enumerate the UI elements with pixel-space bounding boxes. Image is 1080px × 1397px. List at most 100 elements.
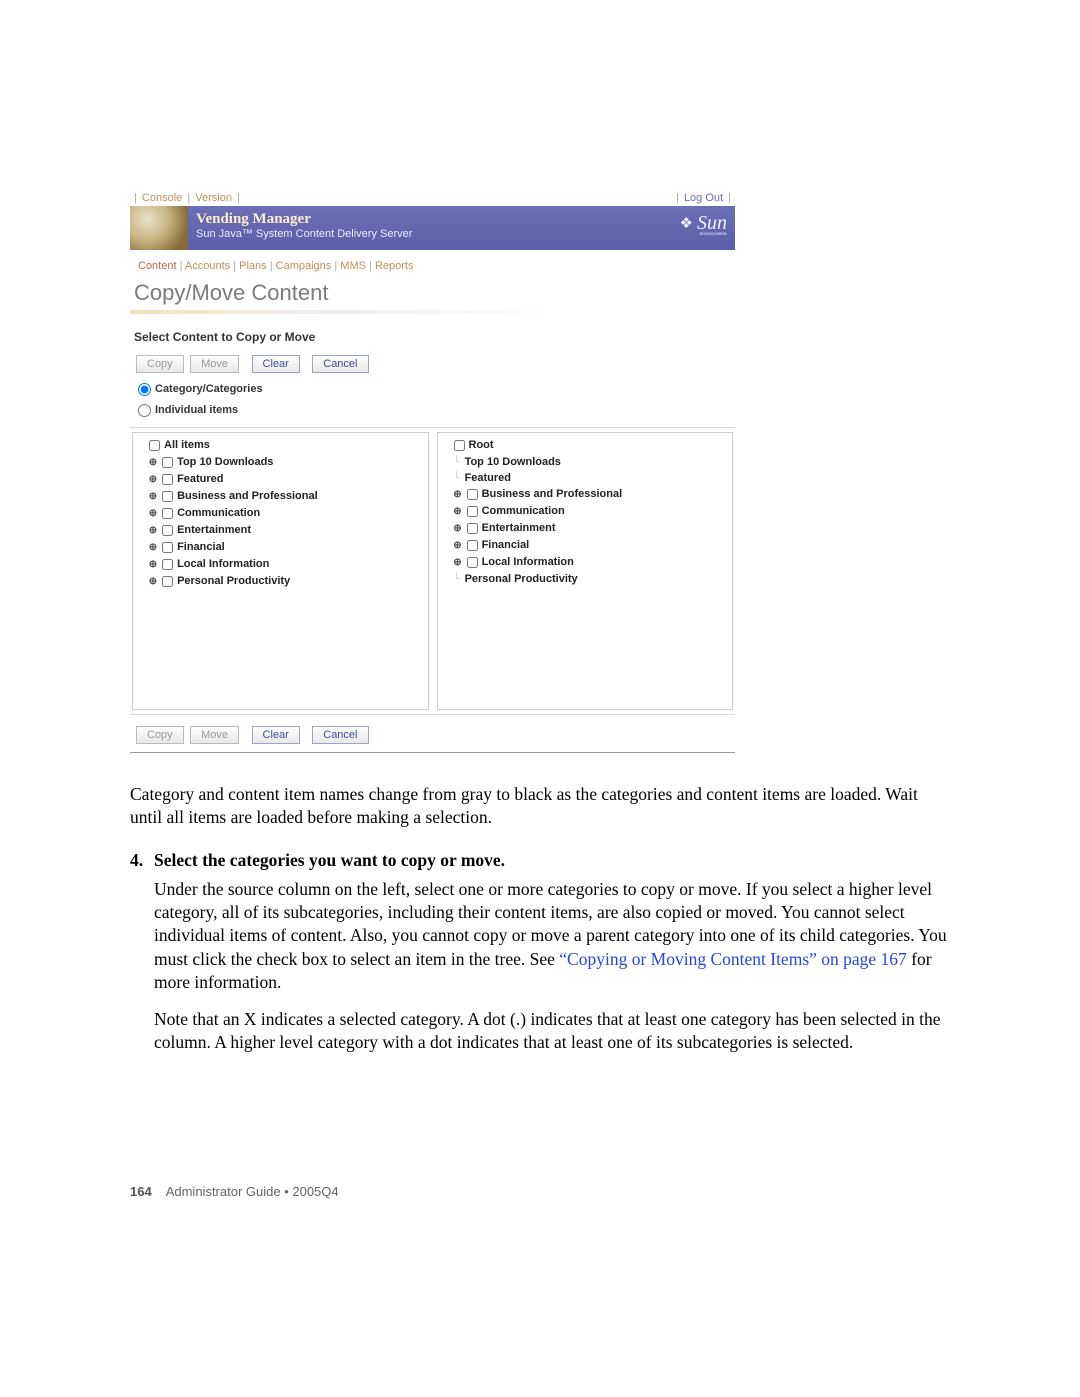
tree-item[interactable]: ⊕ Financial xyxy=(137,539,424,556)
sun-logo-icon: ❖ xyxy=(680,216,693,232)
tree-item[interactable]: ⊕ Business and Professional xyxy=(442,486,729,503)
tree-root-label: Root xyxy=(469,439,494,451)
tree-item[interactable]: ⊕ Entertainment xyxy=(137,522,424,539)
tree-item-label: Local Information xyxy=(482,556,574,568)
tree-item[interactable]: ⊕ Communication xyxy=(137,505,424,522)
expand-icon[interactable]: ⊕ xyxy=(452,521,464,537)
page-title: Copy/Move Content xyxy=(130,278,735,310)
source-tree[interactable]: ─All items⊕ Top 10 Downloads⊕ Featured⊕ … xyxy=(132,432,429,710)
app-title: Vending Manager xyxy=(196,211,735,228)
tree-line-icon: └ xyxy=(452,454,462,470)
tree-checkbox[interactable] xyxy=(162,525,173,536)
clear-button[interactable]: Clear xyxy=(252,355,300,373)
tree-checkbox[interactable] xyxy=(162,508,173,519)
expand-icon[interactable]: ⊕ xyxy=(147,557,159,573)
tree-item-label: Featured xyxy=(177,473,223,485)
tree-checkbox[interactable] xyxy=(467,489,478,500)
vending-manager-screenshot: | Console | Version | | Log Out | Vendin… xyxy=(130,190,735,753)
step-4-body-2: Note that an X indicates a selected cate… xyxy=(154,1008,950,1054)
expand-icon[interactable]: ⊕ xyxy=(147,506,159,522)
expand-icon[interactable]: ⊕ xyxy=(147,472,159,488)
tree-checkbox[interactable] xyxy=(162,457,173,468)
tree-item[interactable]: ⊕ Local Information xyxy=(137,556,424,573)
expand-icon[interactable]: ⊕ xyxy=(147,523,159,539)
tree-line-icon: └ xyxy=(452,571,462,587)
tree-item-label: Top 10 Downloads xyxy=(177,456,273,468)
tab-accounts[interactable]: Accounts xyxy=(185,260,230,272)
tree-checkbox[interactable] xyxy=(162,491,173,502)
expand-icon[interactable]: ⊕ xyxy=(452,487,464,503)
tree-item[interactable]: ⊕ Entertainment xyxy=(442,520,729,537)
tree-item[interactable]: ⊕ Local Information xyxy=(442,554,729,571)
expand-icon[interactable]: ⊕ xyxy=(452,538,464,554)
copy-button-bottom[interactable]: Copy xyxy=(136,726,184,744)
tree-checkbox[interactable] xyxy=(467,523,478,534)
copy-button[interactable]: Copy xyxy=(136,355,184,373)
nav-version[interactable]: Version xyxy=(195,192,232,204)
clear-button-bottom[interactable]: Clear xyxy=(252,726,300,744)
cancel-button[interactable]: Cancel xyxy=(312,355,368,373)
tree-item-label: Business and Professional xyxy=(177,490,318,502)
section-heading: Select Content to Copy or Move xyxy=(130,324,735,354)
tab-content[interactable]: Content xyxy=(138,260,177,272)
tab-plans[interactable]: Plans xyxy=(239,260,267,272)
step-4-body-1: Under the source column on the left, sel… xyxy=(154,878,950,993)
tree-item-label: Personal Productivity xyxy=(465,573,578,585)
radio-categories[interactable]: Category/Categories xyxy=(138,383,263,395)
tab-mms[interactable]: MMS xyxy=(340,260,366,272)
expand-icon[interactable]: ⊕ xyxy=(147,540,159,556)
radio-individual-items[interactable]: Individual items xyxy=(138,404,238,416)
expand-icon[interactable]: ⊕ xyxy=(452,555,464,571)
paragraph-intro: Category and content item names change f… xyxy=(130,783,950,829)
destination-tree[interactable]: ─Root└ Top 10 Downloads└ Featured⊕ Busin… xyxy=(437,432,734,710)
tree-item-label: Featured xyxy=(465,472,511,484)
tree-item-label: Communication xyxy=(482,505,565,517)
nav-logout[interactable]: Log Out xyxy=(684,192,723,204)
expand-icon[interactable]: ⊕ xyxy=(147,455,159,471)
tree-checkbox[interactable] xyxy=(162,576,173,587)
tree-checkbox[interactable] xyxy=(162,542,173,553)
tree-checkbox[interactable] xyxy=(454,440,465,451)
banner: Vending Manager Sun Java™ System Content… xyxy=(130,206,735,250)
tree-item-label: Communication xyxy=(177,507,260,519)
tree-item[interactable]: ⊕ Communication xyxy=(442,503,729,520)
tree-item[interactable]: └ Featured xyxy=(442,470,729,486)
expand-icon[interactable]: ⊕ xyxy=(147,489,159,505)
tree-checkbox[interactable] xyxy=(162,474,173,485)
cross-reference-link[interactable]: “Copying or Moving Content Items” on pag… xyxy=(559,949,907,969)
expand-icon[interactable]: ⊕ xyxy=(452,504,464,520)
banner-image xyxy=(130,206,188,250)
tree-item[interactable]: ⊕ Business and Professional xyxy=(137,488,424,505)
expand-icon[interactable]: ⊕ xyxy=(147,574,159,590)
cancel-button-bottom[interactable]: Cancel xyxy=(312,726,368,744)
tree-checkbox[interactable] xyxy=(467,540,478,551)
tree-item[interactable]: ⊕ Top 10 Downloads xyxy=(137,454,424,471)
tab-reports[interactable]: Reports xyxy=(375,260,414,272)
tree-checkbox[interactable] xyxy=(162,559,173,570)
tree-item[interactable]: ⊕ Personal Productivity xyxy=(137,573,424,590)
nav-console[interactable]: Console xyxy=(142,192,182,204)
tree-item[interactable]: ⊕ Featured xyxy=(137,471,424,488)
tree-root-label: All items xyxy=(164,439,210,451)
tab-campaigns[interactable]: Campaigns xyxy=(276,260,332,272)
move-button-bottom[interactable]: Move xyxy=(190,726,239,744)
tree-checkbox[interactable] xyxy=(149,440,160,451)
tree-item-label: Entertainment xyxy=(482,522,556,534)
page-number: 164 xyxy=(130,1184,152,1199)
app-subtitle: Sun Java™ System Content Delivery Server xyxy=(196,228,735,240)
tree-item-label: Business and Professional xyxy=(482,488,623,500)
tree-item[interactable]: └ Personal Productivity xyxy=(442,571,729,587)
tree-line-icon: └ xyxy=(452,470,462,486)
tree-item[interactable]: ⊕ Financial xyxy=(442,537,729,554)
toolbar-bottom: Copy Move Clear Cancel xyxy=(130,719,735,752)
main-tabs: Content | Accounts | Plans | Campaigns |… xyxy=(130,250,735,278)
tree-item-label: Local Information xyxy=(177,558,269,570)
tree-item-label: Financial xyxy=(482,539,530,551)
global-nav: | Console | Version | | Log Out | xyxy=(130,190,735,206)
tree-item[interactable]: └ Top 10 Downloads xyxy=(442,454,729,470)
tree-item-label: Entertainment xyxy=(177,524,251,536)
tree-checkbox[interactable] xyxy=(467,506,478,517)
tree-checkbox[interactable] xyxy=(467,557,478,568)
move-button[interactable]: Move xyxy=(190,355,239,373)
sun-logo: ❖Sun microsystems xyxy=(680,212,727,237)
